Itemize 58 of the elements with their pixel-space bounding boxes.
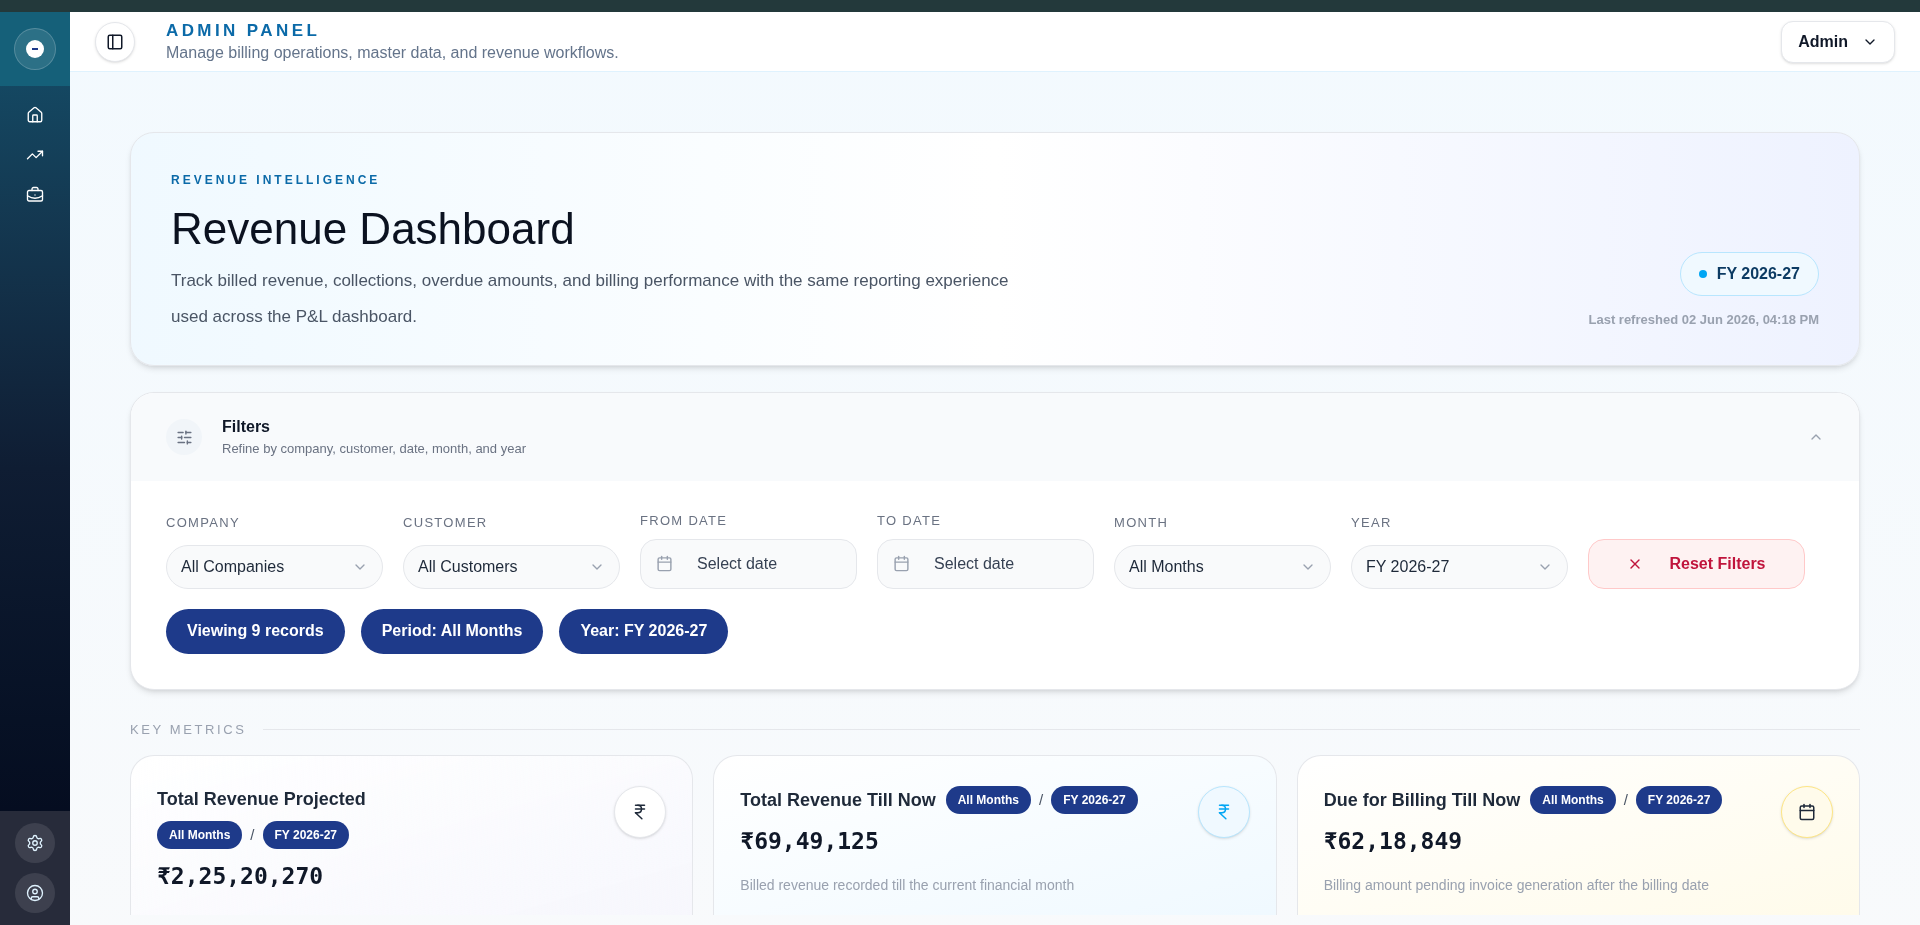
- year-chip: FY 2026-27: [1051, 786, 1138, 814]
- sidebar-toggle-button[interactable]: [95, 21, 135, 62]
- filter-dropdown[interactable]: FY 2026-27: [1351, 544, 1568, 589]
- metric-value: ₹69,49,125: [740, 827, 880, 856]
- settings-icon[interactable]: [15, 823, 55, 863]
- year-chip: FY 2026-27: [262, 821, 349, 849]
- metric-description: Billing amount pending invoice generation after the billing date: [1323, 875, 1710, 895]
- summary-chip: Year: FY 2026-27: [559, 608, 729, 654]
- chip-separator: /: [1623, 789, 1628, 810]
- filter-label: YEAR: [1351, 514, 1393, 532]
- filter-dropdown[interactable]: All Customers: [403, 544, 620, 589]
- date-field[interactable]: Select date: [877, 538, 1094, 589]
- year-chip: FY 2026-27: [1635, 786, 1723, 814]
- reset-filters-button[interactable]: Reset Filters: [1588, 538, 1805, 589]
- summary-chip: Viewing 9 records: [166, 608, 345, 654]
- page-title: Revenue Dashboard: [171, 203, 576, 255]
- user-menu-button[interactable]: Admin: [1781, 20, 1895, 63]
- rupee-icon: [1197, 786, 1250, 838]
- briefcase-icon[interactable]: [26, 186, 44, 204]
- filter-label: CUSTOMER: [403, 514, 489, 532]
- filters-header[interactable]: Filters Refine by company, customer, date, month, and year: [131, 393, 1859, 481]
- chip-separator: /: [250, 824, 255, 845]
- filter-dropdown[interactable]: All Months: [1114, 544, 1331, 589]
- home-icon[interactable]: [26, 106, 44, 124]
- hero-description: Track billed revenue, collections, overdue amounts, and billing performance with the same reporting experience used across the P&L dashboard.: [171, 270, 1010, 328]
- calendar-icon: [1781, 786, 1833, 838]
- section-label: KEY METRICS: [130, 720, 247, 739]
- metric-value: ₹62,18,849: [1323, 827, 1464, 856]
- filter-dropdown[interactable]: All Companies: [166, 544, 383, 589]
- last-refreshed-text: Last refreshed 02 Jun 2026, 04:18 PM: [1588, 310, 1819, 329]
- period-chip: All Months: [157, 821, 243, 849]
- metric-title: Total Revenue Projected: [157, 788, 366, 811]
- metric-value: ₹2,25,20,270: [157, 862, 325, 891]
- summary-chip: Period: All Months: [360, 608, 544, 654]
- app-subtitle: Manage billing operations, master data, and revenue workflows.: [166, 42, 619, 63]
- filters-subtitle: Refine by company, customer, date, month, and year: [222, 440, 526, 459]
- eyebrow-label: REVENUE INTELLIGENCE: [171, 172, 382, 189]
- calendar-icon: [893, 554, 910, 572]
- filters-title: Filters: [222, 417, 271, 438]
- rupee-icon: [614, 786, 667, 838]
- filter-label: TO DATE: [877, 512, 943, 530]
- period-chip: All Months: [945, 786, 1032, 814]
- period-chip: All Months: [1530, 786, 1616, 814]
- sidebar-panel-icon: [106, 32, 124, 51]
- metric-title: Total Revenue Till Now: [740, 788, 936, 812]
- profile-icon[interactable]: [15, 873, 55, 913]
- fiscal-year-badge: FY 2026-27: [1679, 251, 1819, 296]
- filter-label: MONTH: [1114, 514, 1170, 532]
- calendar-icon: [656, 554, 673, 572]
- date-field[interactable]: Select date: [640, 538, 857, 589]
- chip-separator: /: [1039, 789, 1044, 810]
- filter-sliders-icon: [166, 419, 202, 455]
- filter-label: COMPANY: [166, 514, 241, 532]
- app-title: ADMIN PANEL: [166, 19, 322, 42]
- filter-label: FROM DATE: [640, 512, 729, 530]
- logo-icon[interactable]: [14, 28, 56, 70]
- metric-description: Billed revenue recorded till the current financial month: [740, 875, 1076, 895]
- metric-title: Due for Billing Till Now: [1323, 788, 1521, 812]
